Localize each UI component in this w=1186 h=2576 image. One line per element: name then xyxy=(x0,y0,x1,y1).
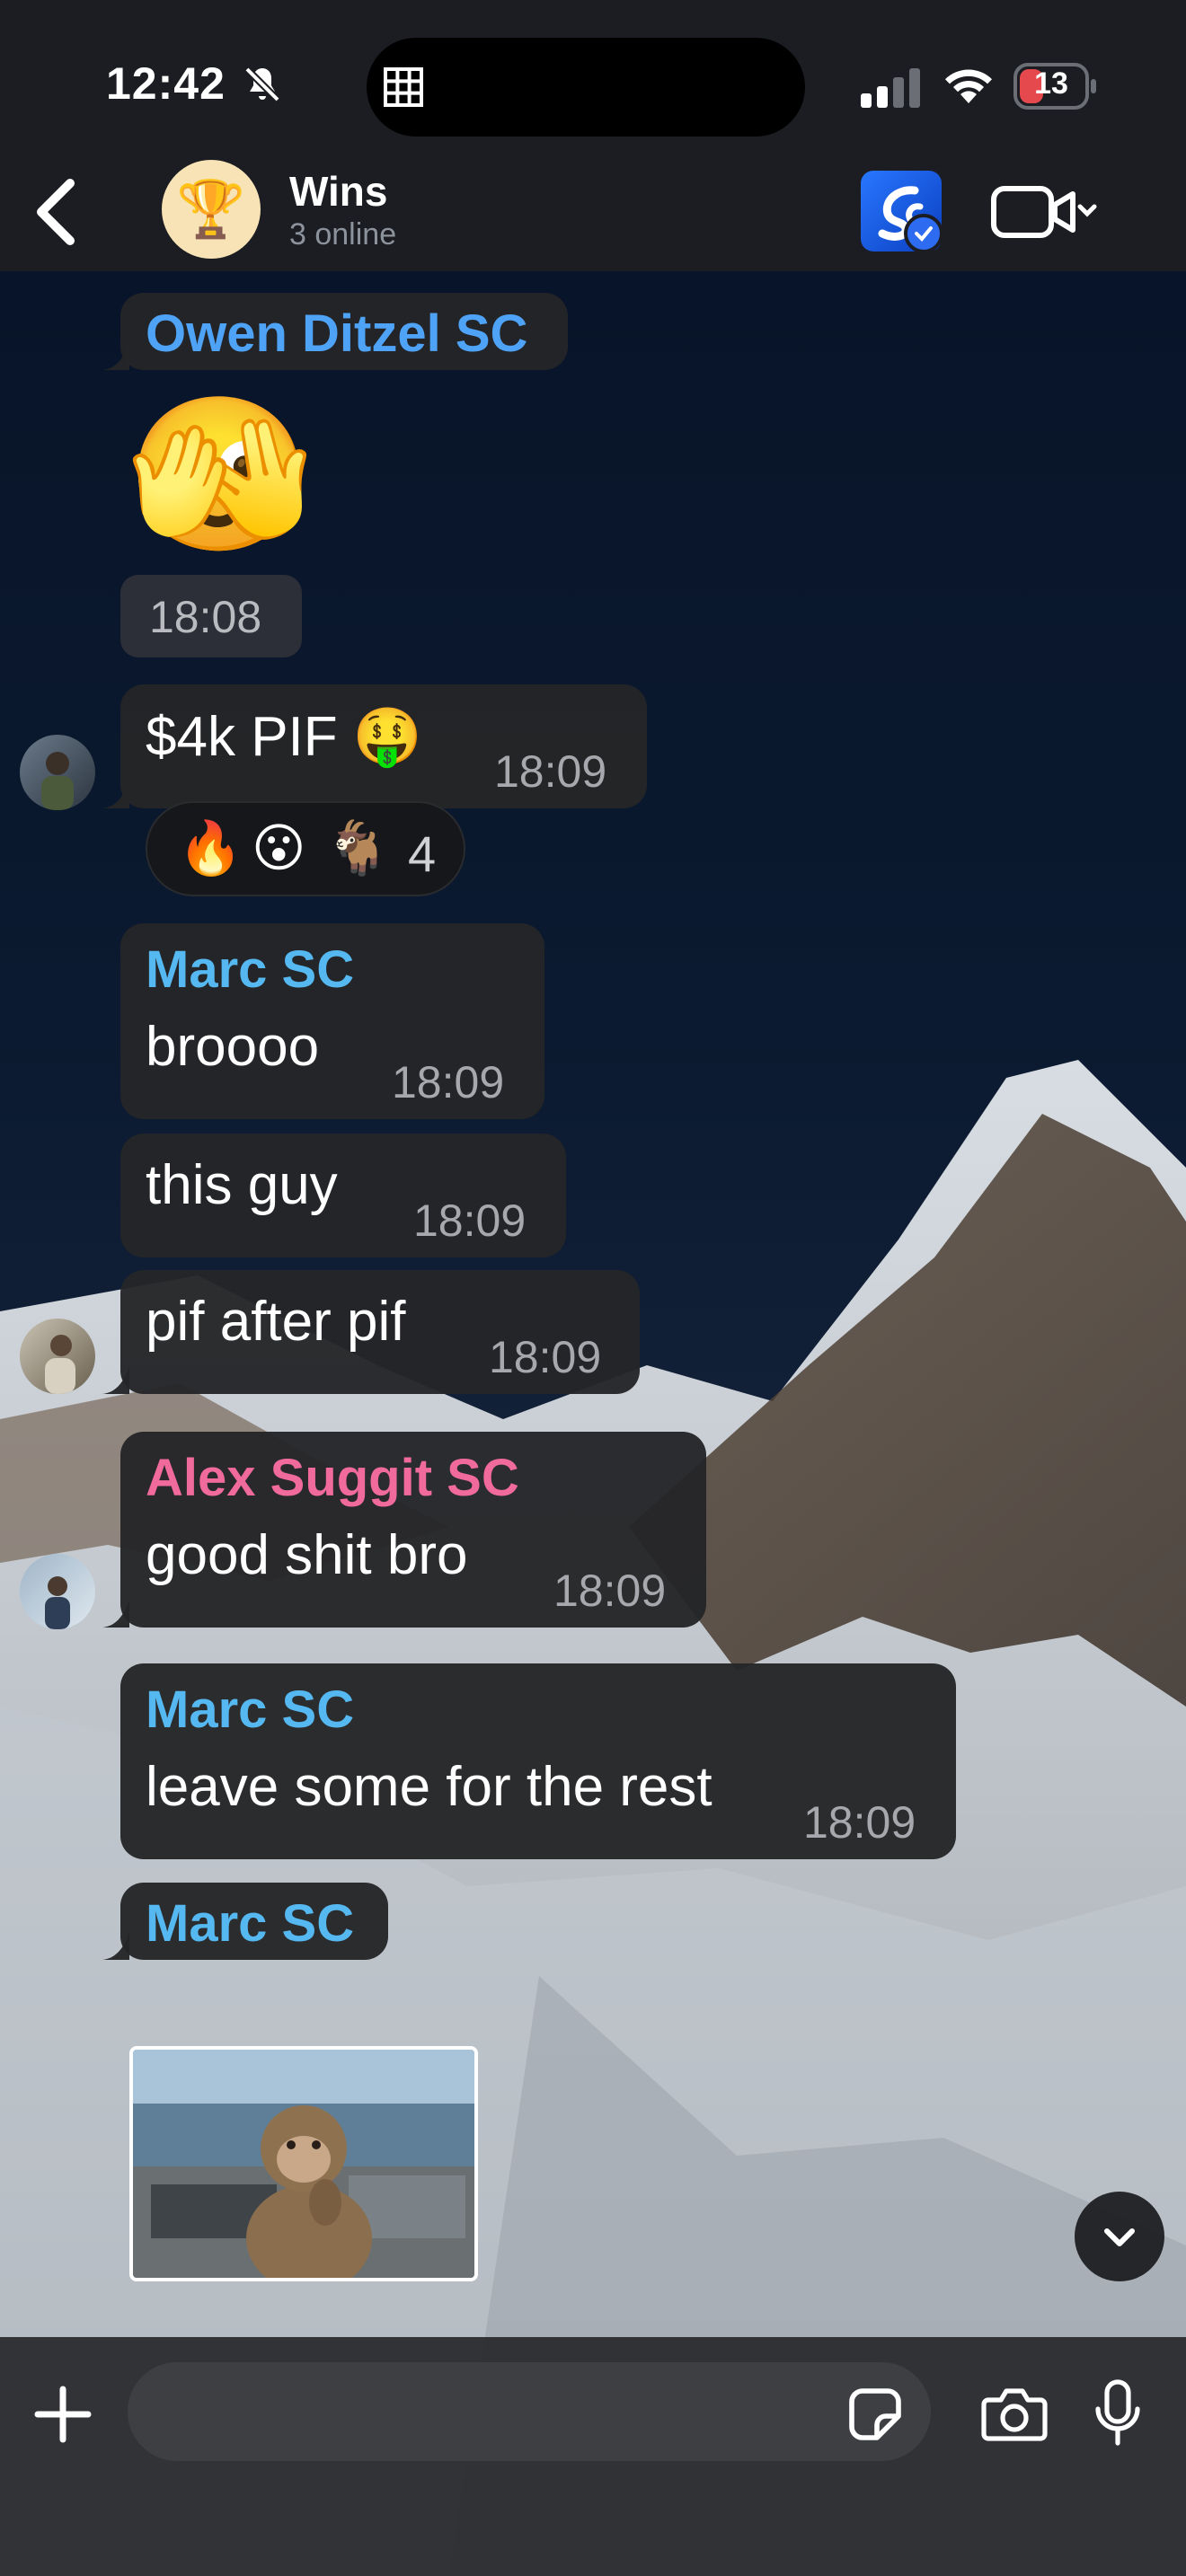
emoji-message[interactable]: 🫣 xyxy=(126,399,314,550)
message-time: 18:08 xyxy=(149,592,262,642)
reaction-fire[interactable]: 🔥 xyxy=(178,823,243,875)
chat-title[interactable]: Wins xyxy=(289,167,387,216)
cellular-signal-icon xyxy=(861,68,920,108)
battery-percent: 13 xyxy=(1034,66,1068,101)
message-text: $4k PIF 🤑 xyxy=(146,706,423,768)
message-input[interactable] xyxy=(128,2362,931,2461)
message-composer xyxy=(0,2337,1186,2576)
status-bar: 12:42 13 xyxy=(0,0,1186,153)
group-avatar[interactable]: 🏆 xyxy=(162,160,261,259)
avatar[interactable] xyxy=(20,1554,95,1629)
message-time: 18:09 xyxy=(392,1057,505,1107)
reaction-count: 4 xyxy=(408,825,437,882)
bubble-tail xyxy=(102,781,129,808)
verified-check-icon xyxy=(904,214,943,253)
reaction-goat[interactable]: 🐐 xyxy=(325,823,390,875)
sender-name[interactable]: Marc SC xyxy=(146,940,354,1000)
video-call-icon[interactable] xyxy=(990,183,1098,241)
reactions-pill[interactable]: 🔥 😮 🐐 4 xyxy=(146,801,465,896)
sender-name[interactable]: Marc SC xyxy=(146,1893,354,1954)
sticker-icon[interactable] xyxy=(848,2387,902,2441)
chat-header: 🏆 Wins 3 online xyxy=(0,153,1186,271)
plus-icon[interactable] xyxy=(34,2386,92,2443)
grid-icon xyxy=(384,67,423,107)
back-chevron-icon[interactable] xyxy=(31,176,81,248)
avatar[interactable] xyxy=(20,735,95,810)
message-time: 18:09 xyxy=(489,1332,602,1382)
bubble-tail xyxy=(102,343,129,370)
message-text: good shit bro xyxy=(146,1524,468,1586)
avatar[interactable] xyxy=(20,1319,95,1394)
sender-name[interactable]: Owen Ditzel SC xyxy=(146,304,527,364)
message-time: 18:09 xyxy=(803,1797,916,1848)
microphone-icon[interactable] xyxy=(1094,2378,1141,2447)
wifi-icon xyxy=(945,69,992,103)
message-time: 18:09 xyxy=(553,1566,667,1616)
message-text: leave some for the rest xyxy=(146,1756,712,1818)
message-time: 18:09 xyxy=(413,1195,527,1246)
bubble-tail xyxy=(102,1367,129,1394)
scroll-to-bottom-button[interactable] xyxy=(1075,2192,1164,2281)
message-time: 18:09 xyxy=(494,746,607,797)
sender-name[interactable]: Marc SC xyxy=(146,1680,354,1740)
reaction-surprised[interactable]: 😮 xyxy=(252,823,305,875)
message-text: broooo xyxy=(146,1016,320,1078)
photo-message[interactable] xyxy=(129,2046,478,2281)
sender-name[interactable]: Alex Suggit SC xyxy=(146,1448,519,1508)
chevron-down-icon xyxy=(1104,2228,1135,2246)
bubble-tail xyxy=(102,1933,129,1960)
message-text: pif after pif xyxy=(146,1291,406,1353)
dynamic-island xyxy=(367,38,805,137)
bubble-tail xyxy=(102,1601,129,1628)
bell-slash-icon xyxy=(244,66,280,102)
camera-icon[interactable] xyxy=(981,2386,1048,2441)
online-count: 3 online xyxy=(289,217,397,251)
status-time: 12:42 xyxy=(106,58,226,109)
message-text: this guy xyxy=(146,1154,338,1216)
